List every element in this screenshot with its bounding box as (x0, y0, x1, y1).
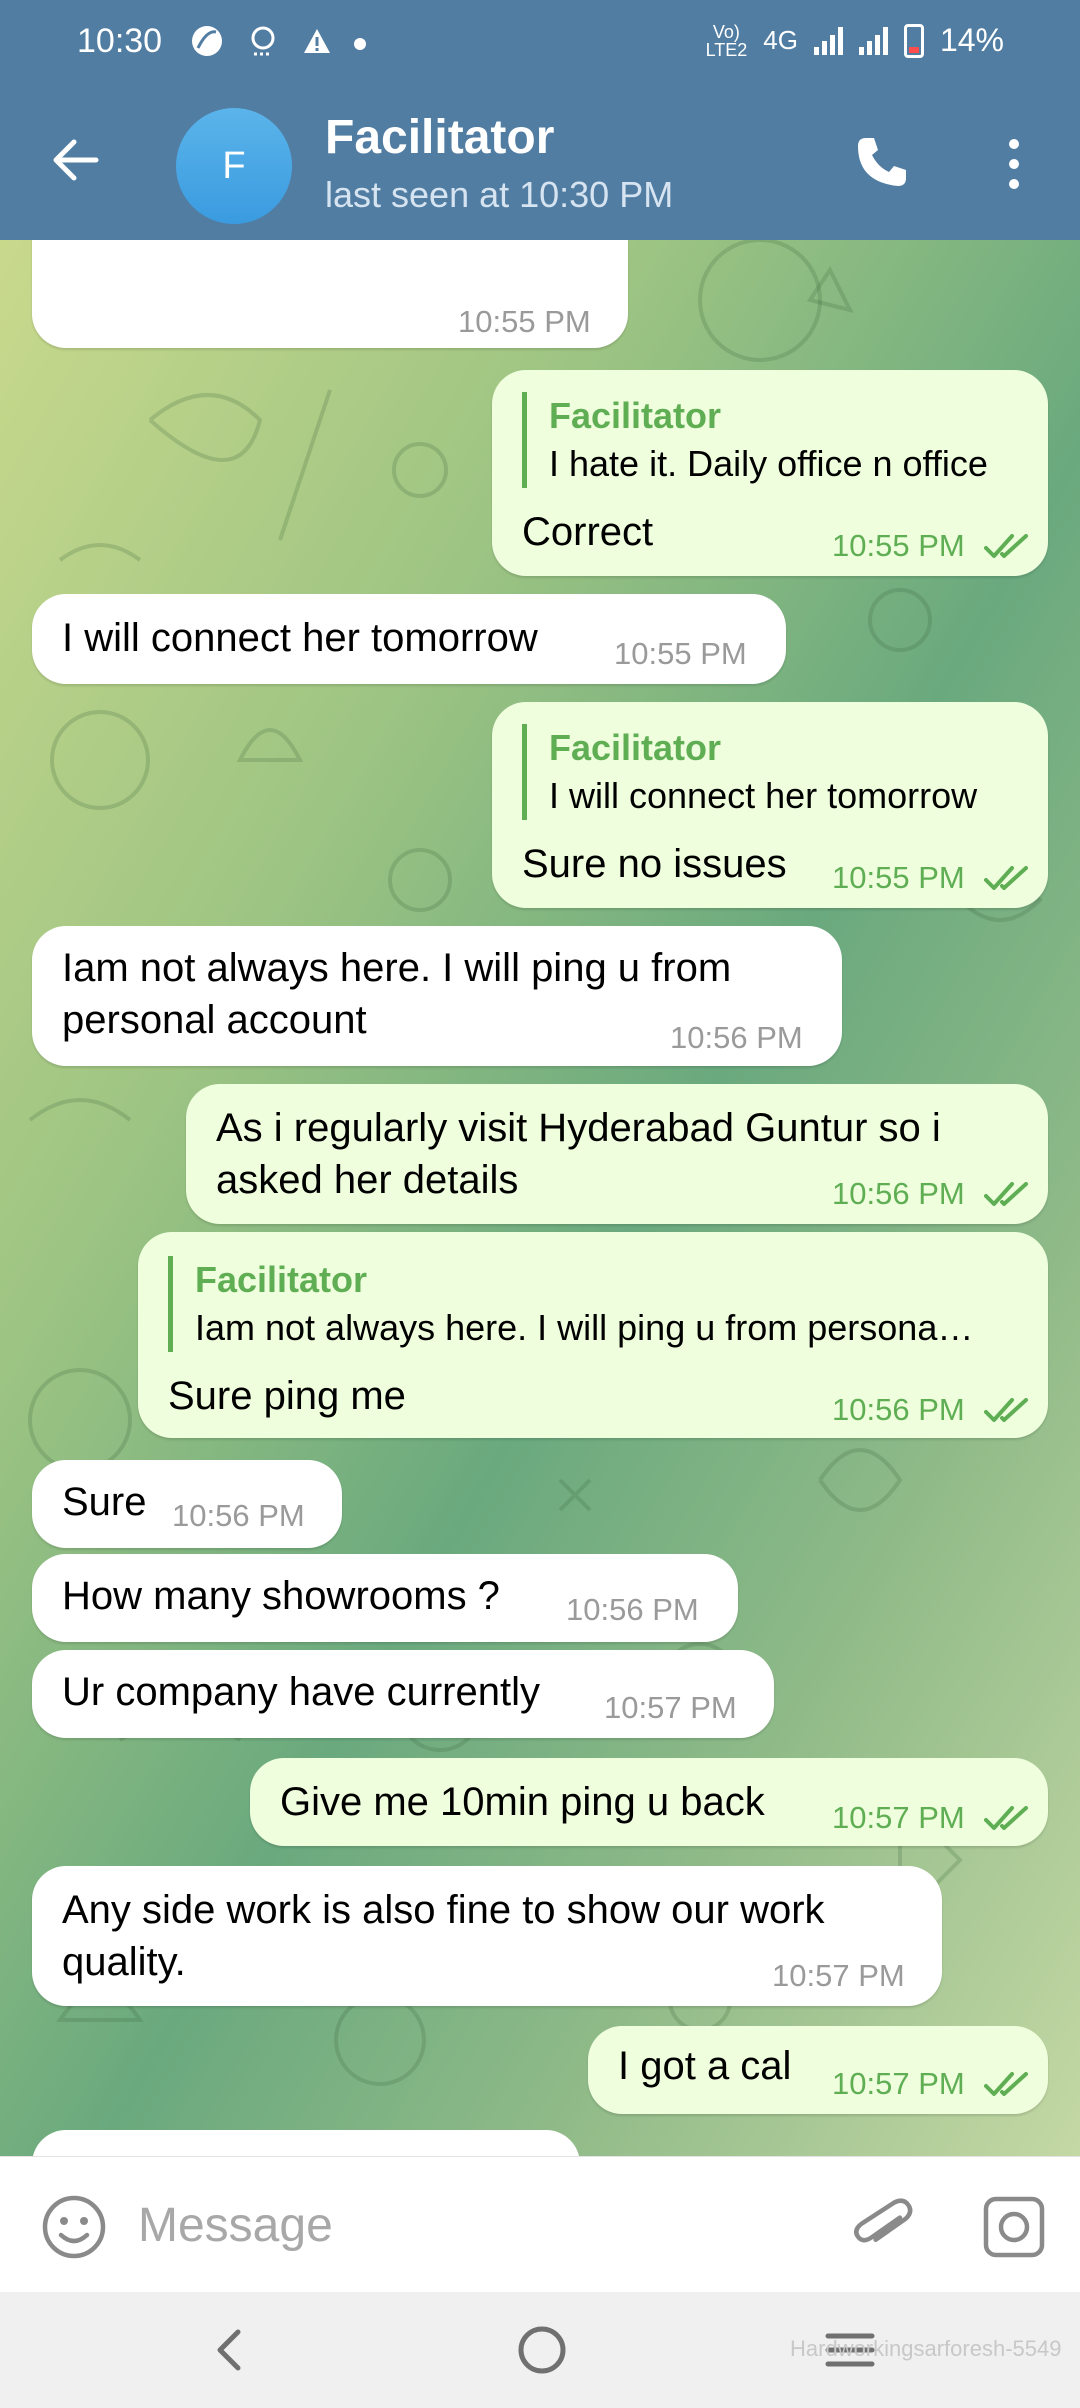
reply-quote-text: Iam not always here. I will ping u from … (195, 1307, 974, 1348)
double-check-icon (984, 532, 1030, 560)
nav-home-button[interactable] (510, 2318, 574, 2382)
battery-percent: 14% (939, 22, 1004, 58)
incoming-message[interactable]: Any side work is also fine to show our w… (32, 1866, 942, 2006)
status-bar: 10:30 Vo) LTE2 4G 14% (0, 0, 1080, 88)
network-type: 4G (763, 25, 798, 55)
incoming-message[interactable]: I told na I will try my level bestThanks… (32, 240, 628, 348)
incoming-message[interactable]: Iam not always here. I will ping u from p… (32, 926, 842, 1066)
phone-icon (858, 138, 906, 186)
system-navigation-bar: Hardworkingsarforesh-5549 (0, 2292, 1080, 2408)
outgoing-message[interactable]: Facilitator Iam not always here. I will p… (138, 1232, 1048, 1438)
outgoing-message[interactable]: As i regularly visit Hyderabad Guntur so… (186, 1084, 1048, 1224)
reply-quote-text: I hate it. Daily office n office (549, 443, 988, 484)
last-seen-status: last seen at 10:30 PM (325, 174, 674, 215)
message-time: 10:57 PM (772, 1958, 905, 1993)
watermark: Hardworkingsarforesh-5549 (790, 2336, 1062, 2361)
outgoing-message[interactable]: Facilitator I hate it. Daily office n off… (492, 370, 1048, 576)
incoming-message[interactable]: How many showrooms ? 10:56 PM (32, 1554, 738, 1642)
incoming-message[interactable]: Sure 10:56 PM (32, 1460, 342, 1548)
chat-area[interactable]: I told na I will try my level bestThanks… (0, 240, 1080, 2156)
message-time: 10:56 PM (670, 1020, 803, 1055)
chat-title[interactable]: Facilitator (325, 110, 554, 165)
camera-icon (983, 2196, 1045, 2258)
nav-home-icon (518, 2326, 566, 2374)
outgoing-message[interactable]: I got a cal 10:57 PM (588, 2026, 1048, 2114)
nav-back-icon (217, 2329, 241, 2371)
emoji-icon (42, 2195, 106, 2259)
leaf-icon (190, 24, 224, 63)
chat-header: F Facilitator last seen at 10:30 PM (0, 88, 1080, 240)
warning-icon (302, 27, 332, 60)
notification-dot-icon (354, 37, 366, 50)
status-right: Vo) LTE2 4G 14% (706, 22, 1004, 59)
nav-back-button[interactable] (200, 2320, 260, 2380)
incoming-message[interactable] (32, 2130, 580, 2156)
avatar[interactable]: F (176, 108, 292, 224)
double-check-icon (984, 1804, 1030, 1832)
status-time: 10:30 (77, 22, 163, 60)
message-text: Sure no issues (522, 842, 787, 886)
message-text: Give me 10min ping u back (280, 1780, 765, 1824)
back-arrow-icon (53, 139, 99, 181)
message-time: 10:57 PM (832, 1800, 965, 1835)
message-text: Sure (62, 1480, 147, 1524)
camera-button[interactable] (980, 2193, 1048, 2261)
double-check-icon (984, 1180, 1030, 1208)
message-input[interactable] (138, 2185, 818, 2265)
signal-icon-2 (858, 26, 888, 55)
outgoing-message[interactable]: Facilitator I will connect her tomorrow Su… (492, 702, 1048, 908)
reply-quote-author: Facilitator (195, 1259, 368, 1300)
attach-icon (854, 2198, 913, 2243)
message-time: 10:55 PM (614, 636, 747, 671)
message-text: Iam not always here. I will ping u from p… (62, 946, 732, 1042)
attach-button[interactable] (852, 2193, 916, 2261)
message-text: I will connect her tomorrow (62, 616, 538, 660)
message-time: 10:55 PM (832, 528, 965, 563)
more-vert-icon (1009, 139, 1019, 189)
signal-icon (813, 26, 843, 55)
more-options-button[interactable] (996, 132, 1032, 196)
avatar-letter: F (222, 144, 246, 187)
message-text: How many showrooms ? (62, 1574, 500, 1618)
reply-quote-author: Facilitator (549, 395, 722, 436)
message-time: 10:56 PM (832, 1176, 965, 1211)
assistant-icon (246, 24, 280, 63)
double-check-icon (984, 2070, 1030, 2098)
message-time: 10:55 PM (832, 860, 965, 895)
volte-indicator: Vo) LTE2 (705, 21, 748, 60)
reply-quote[interactable]: Facilitator I will connect her tomorrow (522, 724, 977, 820)
back-button[interactable] (44, 128, 108, 192)
message-text: Correct (522, 510, 654, 554)
reply-quote[interactable]: Facilitator Iam not always here. I will p… (168, 1256, 973, 1352)
message-time: 10:56 PM (172, 1498, 305, 1533)
call-button[interactable] (852, 132, 912, 192)
battery-icon (903, 23, 924, 58)
reply-quote-author: Facilitator (549, 727, 722, 768)
emoji-button[interactable] (40, 2193, 108, 2261)
message-text: Ur company have currently (62, 1670, 540, 1714)
double-check-icon (984, 864, 1030, 892)
message-time: 10:56 PM (832, 1392, 965, 1427)
reply-quote[interactable]: Facilitator I hate it. Daily office n off… (522, 392, 988, 488)
message-time: 10:56 PM (566, 1592, 699, 1627)
message-composer (0, 2156, 1080, 2292)
message-time: 10:55 PM (458, 304, 591, 339)
double-check-icon (984, 1396, 1030, 1424)
message-text: Any side work is also fine to show our w… (62, 1888, 825, 1984)
message-text: I got a cal (618, 2044, 792, 2088)
message-time: 10:57 PM (832, 2066, 965, 2101)
message-time: 10:57 PM (604, 1690, 737, 1725)
outgoing-message[interactable]: Give me 10min ping u back 10:57 PM (250, 1758, 1048, 1846)
status-notification-icons (190, 24, 366, 63)
incoming-message[interactable]: I will connect her tomorrow 10:55 PM (32, 594, 786, 684)
reply-quote-text: I will connect her tomorrow (549, 775, 978, 816)
incoming-message[interactable]: Ur company have currently 10:57 PM (32, 1650, 774, 1738)
message-text: Sure ping me (168, 1374, 406, 1418)
